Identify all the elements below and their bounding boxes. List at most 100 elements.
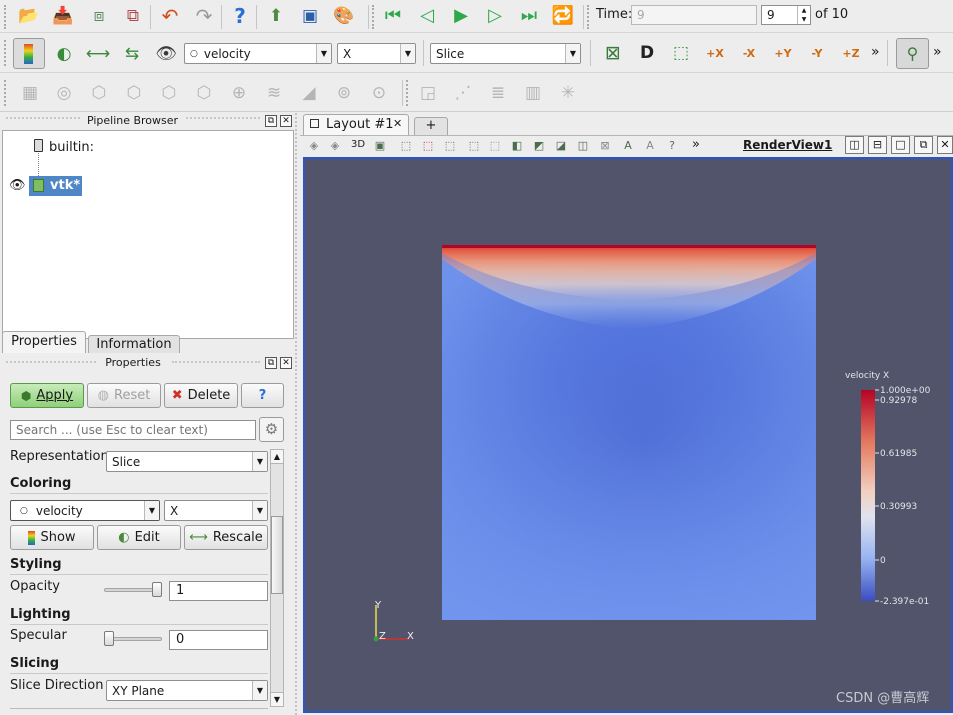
rescale-visible-icon[interactable]: 👁 (153, 41, 179, 67)
select-frustum-icon[interactable]: ⬚ (442, 138, 458, 154)
extract-subset-icon[interactable]: ⬡ (191, 80, 217, 106)
rescale-range-icon[interactable]: ⟷ (85, 41, 111, 67)
specular-slider-handle[interactable] (104, 631, 114, 646)
zoom-to-data-icon[interactable]: D (634, 40, 660, 66)
show-legend-button[interactable]: Show (10, 525, 94, 550)
visibility-eye-icon[interactable]: 👁 (9, 178, 26, 193)
slice-direction-select[interactable]: XY Plane ▼ (106, 680, 268, 701)
color-array-combo[interactable]: ○ velocity ▼ (184, 43, 332, 64)
search-input[interactable] (10, 420, 256, 440)
interaction-mode-icon[interactable]: ⚲ (896, 38, 929, 69)
hover-cells-icon[interactable]: ◫ (575, 138, 591, 154)
maximize-icon[interactable]: □ (891, 136, 910, 154)
loop-icon[interactable]: 🔁 (550, 3, 576, 29)
scroll-up-icon[interactable]: ▲ (271, 450, 283, 464)
warp-vector-icon[interactable]: ◢ (296, 80, 322, 106)
clip-icon[interactable]: ⬡ (86, 80, 112, 106)
last-frame-icon[interactable]: ⏭ (516, 3, 542, 29)
select-cells-icon[interactable]: ⬚ (420, 138, 436, 154)
coloring-array-select[interactable]: ○ velocity ▼ (10, 500, 160, 521)
toolbar-grip[interactable] (372, 5, 377, 29)
restore-icon[interactable]: ⧉ (914, 136, 933, 154)
contour-icon[interactable]: ◎ (51, 80, 77, 106)
hover-query-icon[interactable]: ? (664, 138, 680, 154)
plot-over-line-icon[interactable]: ⋰ (450, 80, 476, 106)
split-vertical-icon[interactable]: ⊟ (868, 136, 887, 154)
save-state-icon[interactable]: ⬆ (263, 3, 289, 29)
color-palette-icon[interactable]: 🎨 (331, 3, 357, 29)
delete-button[interactable]: ✖ Delete (164, 383, 238, 408)
play-icon[interactable]: ▶ (448, 3, 474, 29)
connect-icon[interactable]: ⧈ (86, 3, 112, 29)
pipeline-item-vtk[interactable]: vtk* (29, 176, 82, 196)
help-icon[interactable]: ? (227, 3, 253, 29)
edit-color-map-icon[interactable]: ◐ (51, 41, 77, 67)
disconnect-icon[interactable]: ⧉ (120, 3, 146, 29)
add-layout-tab-button[interactable]: + (414, 117, 448, 135)
representation-select[interactable]: Slice ▼ (106, 451, 268, 472)
tab-properties[interactable]: Properties (2, 331, 86, 353)
opacity-slider-handle[interactable] (152, 582, 162, 597)
histogram-icon[interactable]: ▥ (520, 80, 546, 106)
apply-button[interactable]: ⬢ Apply (10, 383, 84, 408)
toolbar-grip[interactable] (406, 80, 411, 106)
calculator-icon[interactable]: ▦ (17, 80, 43, 106)
float-panel-icon[interactable]: ⧉ (265, 357, 277, 369)
select-points-on-icon[interactable]: ⬚ (466, 138, 482, 154)
group-datasets-icon[interactable]: ⊚ (331, 80, 357, 106)
close-icon[interactable]: ✕ (280, 357, 292, 369)
interactive-select-icon[interactable]: ◩ (531, 138, 547, 154)
capture-icon[interactable]: ▣ (372, 138, 388, 154)
reset-camera-icon[interactable]: ⊠ (600, 40, 626, 66)
render-view[interactable]: velocity X 1.000e+00 0.92978 0.61985 0.3099… (303, 157, 953, 713)
color-legend[interactable]: velocity X 1.000e+000.92978 0.61985 0.3099… (845, 371, 931, 607)
edit-label-icon[interactable]: A (620, 138, 636, 154)
split-horizontal-icon[interactable]: ◫ (845, 136, 864, 154)
toggle-labels-icon[interactable]: A (642, 138, 658, 154)
toolbar-grip[interactable] (587, 5, 592, 29)
toolbar-grip[interactable] (4, 5, 9, 29)
dock-splitter[interactable] (295, 113, 299, 715)
grow-selection-icon[interactable]: ⊠ (597, 138, 613, 154)
select-points-icon[interactable]: ⬚ (398, 138, 414, 154)
opacity-input[interactable]: 1 (169, 581, 268, 601)
rescale-button[interactable]: ⟷ Rescale (184, 525, 268, 550)
properties-scrollbar[interactable]: ▲ ▼ (270, 449, 284, 707)
toggle-color-legend-button[interactable] (13, 38, 45, 69)
view-plus-z-icon[interactable]: +Z (838, 40, 864, 66)
scroll-down-icon[interactable]: ▼ (271, 692, 283, 706)
recent-files-icon[interactable]: 📥 (50, 3, 76, 29)
threshold-icon[interactable]: ⬡ (156, 80, 182, 106)
advanced-gear-icon[interactable]: ⚙ (259, 417, 284, 442)
screenshot-icon[interactable]: ▣ (297, 3, 323, 29)
view-3d-toggle[interactable]: 3D (351, 139, 365, 150)
open-icon[interactable]: 📂 (16, 3, 42, 29)
render-canvas[interactable]: velocity X 1.000e+000.92978 0.61985 0.3099… (305, 159, 951, 711)
view-plus-x-icon[interactable]: +X (702, 40, 728, 66)
specular-input[interactable]: 0 (169, 630, 268, 650)
previous-frame-icon[interactable]: ◁ (414, 3, 440, 29)
select-cells-icon[interactable]: ◲ (415, 80, 441, 106)
close-icon[interactable]: ✕ (280, 115, 292, 127)
view-minus-y-icon[interactable]: -Y (804, 40, 830, 66)
select-block-icon[interactable]: ◧ (509, 138, 525, 154)
more-tools-icon[interactable]: » (692, 137, 700, 152)
close-tab-icon[interactable]: ✕ (393, 117, 402, 130)
coloring-component-select[interactable]: X ▼ (164, 500, 268, 521)
view-minus-x-icon[interactable]: -X (736, 40, 762, 66)
slice-icon[interactable]: ⬡ (121, 80, 147, 106)
spin-arrows-icon[interactable]: ▲ ▼ (797, 6, 810, 24)
help-button[interactable]: ? (241, 383, 284, 408)
stream-tracer-icon[interactable]: ≋ (261, 80, 287, 106)
cross-section-icon[interactable]: ✳ (555, 80, 581, 106)
edit-colormap-button[interactable]: ◐ Edit (97, 525, 181, 550)
representation-combo[interactable]: Slice ▼ (430, 43, 581, 64)
zoom-to-box-icon[interactable]: ⬚ (668, 40, 694, 66)
more-tools-icon[interactable]: » (871, 44, 880, 60)
scrollbar-thumb[interactable] (271, 516, 283, 594)
component-combo[interactable]: X ▼ (337, 43, 416, 64)
extract-level-icon[interactable]: ⊙ (366, 80, 392, 106)
pipeline-root[interactable]: builtin: (49, 140, 94, 155)
plot-selection-icon[interactable]: ≣ (485, 80, 511, 106)
tab-information[interactable]: Information (88, 335, 180, 353)
